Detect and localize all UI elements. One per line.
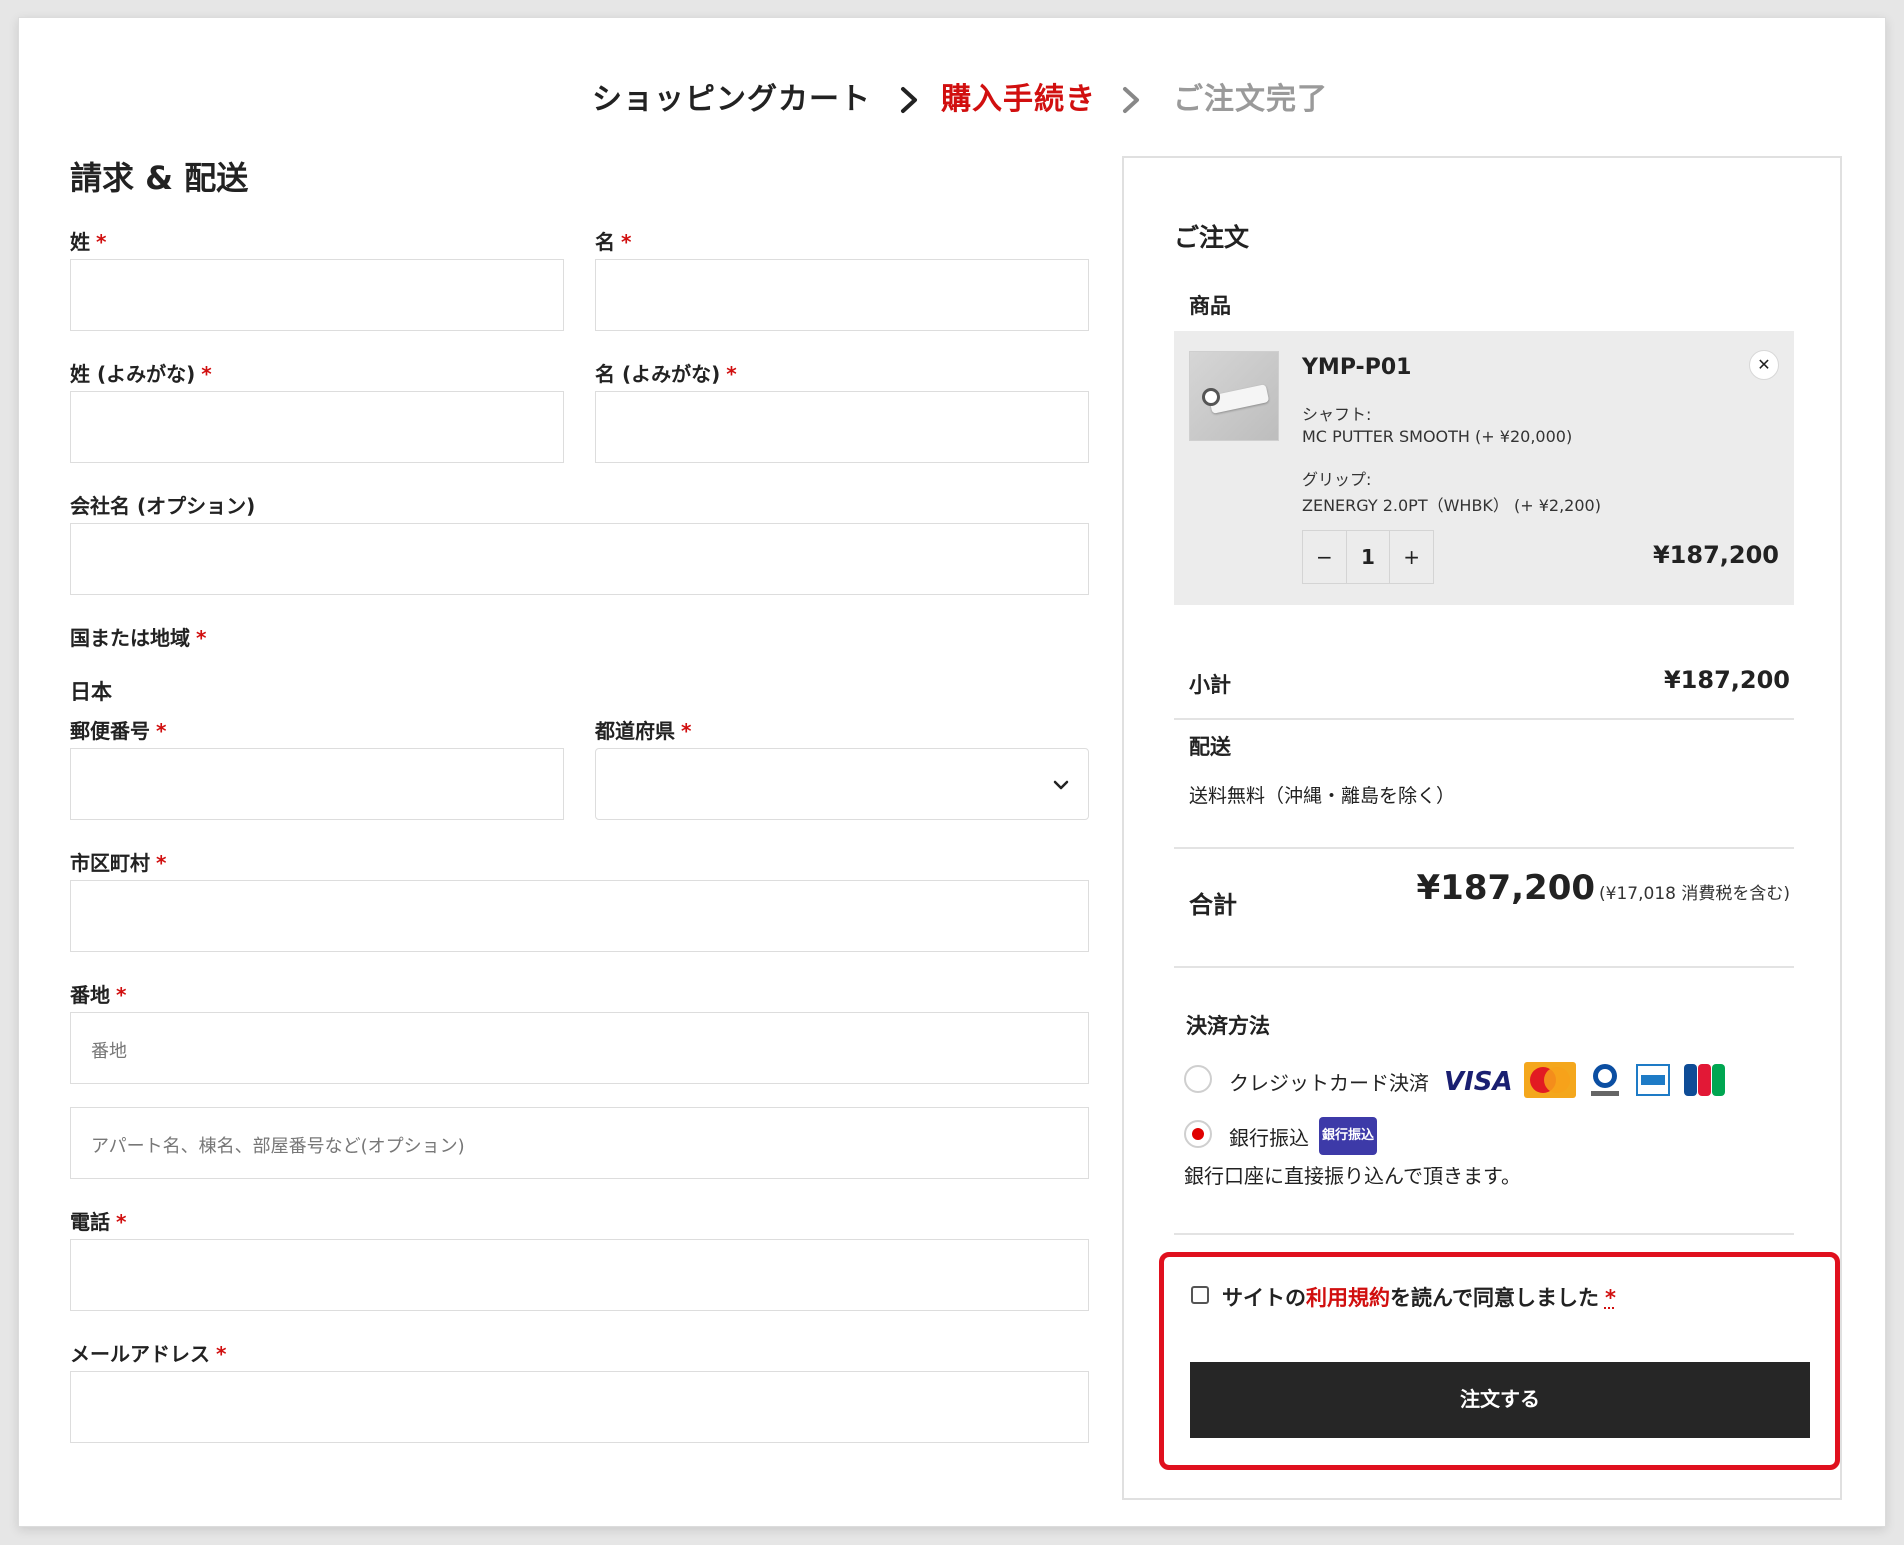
step-checkout: 購入手続き: [941, 82, 1096, 117]
credit-card-label[interactable]: クレジットカード決済: [1229, 1067, 1429, 1096]
visa-logo-icon: VISA: [1444, 1067, 1513, 1096]
shipping-label: 配送: [1189, 735, 1231, 759]
country-label: 国または地域 *: [70, 626, 207, 650]
address2-input[interactable]: アパート名、棟名、部屋番号など(オプション): [70, 1107, 1089, 1179]
products-label: 商品: [1189, 294, 1231, 318]
email-input[interactable]: [70, 1371, 1089, 1443]
subtotal-label: 小計: [1189, 673, 1231, 697]
payment-method-label: 決済方法: [1186, 1014, 1270, 1038]
divider: [1174, 847, 1794, 849]
mastercard-logo-icon: [1524, 1062, 1576, 1098]
company-label: 会社名 (オプション): [70, 494, 256, 518]
divider: [1174, 966, 1794, 968]
chevron-down-icon: [1053, 780, 1069, 790]
item-price: ¥187,200: [1652, 541, 1779, 569]
quantity-stepper: − 1 +: [1302, 530, 1434, 584]
first-name-kana-input[interactable]: [595, 391, 1089, 463]
divider: [1174, 1233, 1794, 1235]
quantity-decrease-button[interactable]: −: [1303, 531, 1346, 583]
item-name: YMP-P01: [1302, 355, 1412, 380]
bank-transfer-description: 銀行口座に直接振り込んで頂きます。: [1184, 1164, 1521, 1188]
cart-item: YMP-P01 シャフト: MC PUTTER SMOOTH (+ ¥20,00…: [1174, 331, 1794, 605]
shipping-value: 送料無料（沖縄・離島を除く）: [1189, 785, 1456, 807]
phone-input[interactable]: [70, 1239, 1089, 1311]
address-label: 番地 *: [70, 983, 127, 1007]
postal-code-input[interactable]: [70, 748, 564, 820]
country-value: 日本: [70, 680, 112, 704]
grip-label: グリップ:: [1302, 470, 1372, 489]
diners-club-logo-icon: [1591, 1064, 1619, 1096]
grip-value: ZENERGY 2.0PT（WHBK） (+ ¥2,200): [1302, 496, 1601, 515]
address-placeholder: 番地: [91, 1041, 127, 1062]
prefecture-select[interactable]: [595, 748, 1089, 820]
shaft-value: MC PUTTER SMOOTH (+ ¥20,000): [1302, 427, 1573, 446]
quantity-value[interactable]: 1: [1345, 531, 1391, 583]
email-label: メールアドレス *: [70, 1342, 227, 1366]
city-input[interactable]: [70, 880, 1089, 952]
first-name-kana-label: 名 (よみがな) *: [595, 362, 737, 386]
terms-link[interactable]: 利用規約: [1306, 1286, 1390, 1310]
step-complete: ご注文完了: [1173, 82, 1328, 117]
bank-transfer-radio[interactable]: [1184, 1120, 1212, 1148]
step-cart[interactable]: ショッピングカート: [592, 80, 871, 120]
jcb-logo-icon: [1684, 1064, 1725, 1096]
credit-card-radio[interactable]: [1184, 1065, 1212, 1093]
subtotal-value: ¥187,200: [1663, 666, 1790, 694]
first-name-input[interactable]: [595, 259, 1089, 331]
total-amount: ¥187,200 (¥17,018 消費税を含む): [1417, 868, 1791, 908]
phone-label: 電話 *: [70, 1210, 127, 1234]
total-label: 合計: [1189, 891, 1237, 919]
last-name-label: 姓 *: [70, 230, 107, 254]
divider: [1174, 718, 1794, 720]
total-value: ¥187,200: [1416, 868, 1596, 908]
remove-item-button[interactable]: ✕: [1749, 350, 1779, 380]
chevron-right-icon: [1116, 84, 1146, 116]
address2-placeholder: アパート名、棟名、部屋番号など(オプション): [91, 1136, 465, 1157]
svg-text:VISA: VISA: [1444, 1067, 1513, 1096]
tax-note: (¥17,018 消費税を含む): [1599, 884, 1790, 904]
terms-checkbox[interactable]: [1191, 1286, 1209, 1304]
last-name-input[interactable]: [70, 259, 564, 331]
bank-transfer-label[interactable]: 銀行振込: [1229, 1122, 1309, 1151]
place-order-button[interactable]: 注文する: [1190, 1362, 1810, 1438]
amex-logo-icon: [1636, 1064, 1670, 1096]
terms-agreement-label: サイトの利用規約を読んで同意しました *: [1222, 1286, 1616, 1310]
bank-transfer-badge: 銀行振込: [1319, 1117, 1377, 1155]
company-input[interactable]: [70, 523, 1089, 595]
prefecture-label: 都道府県 *: [595, 719, 692, 743]
shaft-label: シャフト:: [1302, 405, 1372, 424]
last-name-kana-input[interactable]: [70, 391, 564, 463]
chevron-right-icon: [894, 84, 924, 116]
checkout-steps: ショッピングカート 購入手続き ご注文完了: [19, 80, 1887, 130]
billing-shipping-title: 請求 & 配送: [70, 159, 249, 197]
order-title: ご注文: [1174, 223, 1250, 252]
checkout-page: ショッピングカート 購入手続き ご注文完了 請求 & 配送 姓 * 名 * 姓 (よ…: [18, 17, 1886, 1527]
address-input[interactable]: 番地: [70, 1012, 1089, 1084]
first-name-label: 名 *: [595, 230, 632, 254]
quantity-increase-button[interactable]: +: [1390, 531, 1433, 583]
product-thumbnail: [1189, 351, 1279, 441]
last-name-kana-label: 姓 (よみがな) *: [70, 362, 212, 386]
postal-code-label: 郵便番号 *: [70, 719, 167, 743]
city-label: 市区町村 *: [70, 851, 167, 875]
